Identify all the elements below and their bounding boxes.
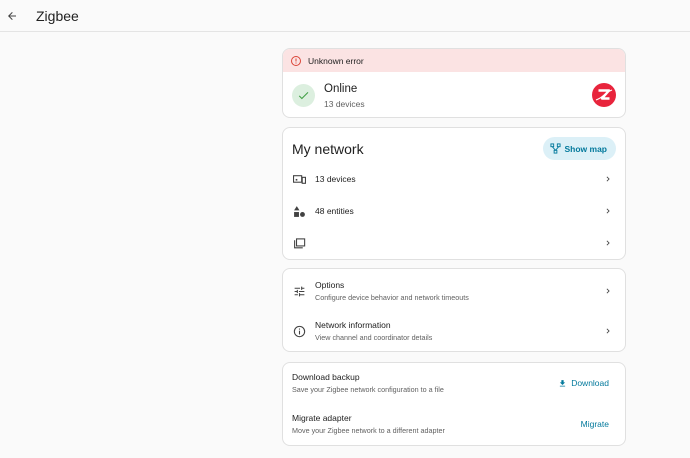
options-subtitle: Configure device behavior and network ti… xyxy=(315,293,469,302)
download-button[interactable]: Download xyxy=(558,378,609,388)
network-info-row[interactable]: Network information View channel and coo… xyxy=(283,311,625,351)
migrate-button[interactable]: Migrate xyxy=(581,419,609,429)
top-app-bar: Zigbee xyxy=(0,0,690,32)
error-banner: Unknown error xyxy=(283,49,625,72)
status-body: Online 13 devices xyxy=(283,72,625,117)
download-backup-subtitle: Save your Zigbee network configuration t… xyxy=(292,385,444,394)
migrate-adapter-row: Migrate adapter Move your Zigbee network… xyxy=(283,404,625,444)
chevron-right-icon xyxy=(606,208,610,214)
devices-icon xyxy=(292,174,306,184)
status-card: Unknown error Online 13 devices xyxy=(282,48,626,118)
shapes-icon xyxy=(293,205,305,217)
error-message: Unknown error xyxy=(308,55,364,66)
network-title: My network xyxy=(292,141,364,157)
download-icon xyxy=(560,379,566,386)
status-subtitle: 13 devices xyxy=(324,98,365,109)
devices-label: 13 devices xyxy=(315,174,356,184)
zigbee-logo-icon xyxy=(592,83,616,107)
groups-icon xyxy=(293,237,305,248)
status-title: Online xyxy=(324,82,358,95)
network-info-title: Network information xyxy=(315,320,391,330)
check-icon xyxy=(298,91,309,99)
migrate-button-label: Migrate xyxy=(580,419,609,429)
download-button-label: Download xyxy=(571,378,609,388)
page-title: Zigbee xyxy=(36,7,79,24)
back-button[interactable] xyxy=(2,6,22,26)
chevron-right-icon xyxy=(606,288,610,294)
network-info-subtitle: View channel and coordinator details xyxy=(315,333,433,342)
error-icon xyxy=(291,55,301,66)
graph-icon xyxy=(550,143,562,154)
backup-card: Download backup Save your Zigbee network… xyxy=(282,362,626,446)
chevron-right-icon xyxy=(606,240,610,246)
show-map-button[interactable]: Show map xyxy=(543,137,616,160)
download-backup-title: Download backup xyxy=(292,372,360,382)
options-row[interactable]: Options Configure device behavior and ne… xyxy=(283,271,625,311)
migrate-adapter-title: Migrate adapter xyxy=(292,413,352,423)
entities-row[interactable]: 48 entities xyxy=(283,195,625,227)
info-icon xyxy=(293,325,305,337)
groups-row[interactable] xyxy=(283,227,625,259)
show-map-label: Show map xyxy=(564,143,607,154)
chevron-right-icon xyxy=(606,176,610,182)
settings-card: Options Configure device behavior and ne… xyxy=(282,268,626,352)
devices-row[interactable]: 13 devices xyxy=(283,163,625,195)
options-title: Options xyxy=(315,280,345,290)
entities-label: 48 entities xyxy=(315,206,354,216)
migrate-adapter-subtitle: Move your Zigbee network to a different … xyxy=(292,426,445,435)
status-indicator xyxy=(292,83,315,107)
chevron-right-icon xyxy=(606,328,610,334)
arrow-left-icon xyxy=(8,11,16,20)
network-card: My network Show map 13 devices 48 entiti… xyxy=(282,127,626,260)
download-backup-row: Download backup Save your Zigbee network… xyxy=(283,363,625,403)
tune-icon xyxy=(294,286,304,296)
